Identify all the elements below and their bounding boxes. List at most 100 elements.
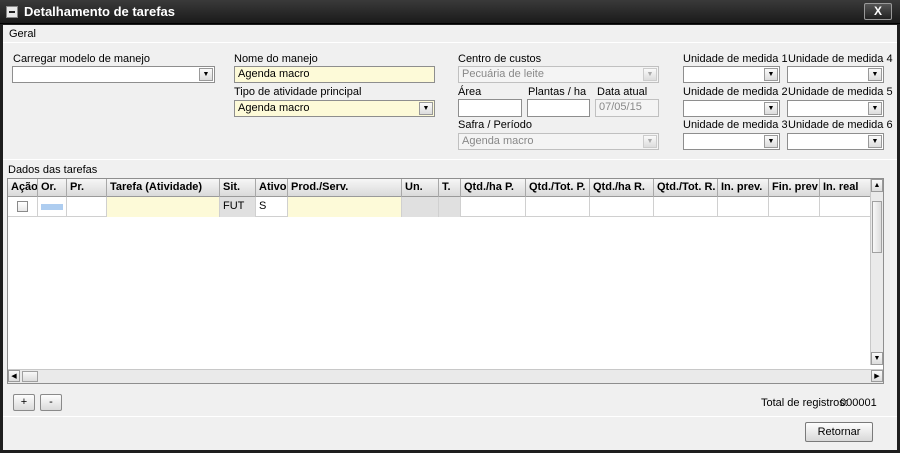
- unidade-6-label: Unidade de medida 6: [788, 119, 893, 131]
- cell-qtd-ha-p[interactable]: [461, 197, 526, 217]
- section-tarefas-label: Dados das tarefas: [8, 164, 98, 176]
- data-atual-label: Data atual: [597, 86, 648, 98]
- arrow-left-icon[interactable]: ◀: [8, 370, 20, 382]
- col-qtd-ha-r[interactable]: Qtd./ha R.: [590, 179, 654, 197]
- retornar-button[interactable]: Retornar: [805, 422, 873, 442]
- chevron-down-icon[interactable]: ▼: [868, 102, 882, 115]
- unidade-5-label: Unidade de medida 5: [788, 86, 893, 98]
- col-acao[interactable]: Ação: [8, 179, 38, 197]
- col-qtd-tot-p[interactable]: Qtd./Tot. P.: [526, 179, 590, 197]
- divider: [3, 42, 897, 43]
- vertical-scrollbar[interactable]: ▲ ▼: [870, 179, 883, 365]
- total-registros-label: Total de registros:: [761, 397, 848, 409]
- col-in-real[interactable]: In. real: [820, 179, 872, 197]
- plantas-ha-label: Plantas / ha: [528, 86, 587, 98]
- cell-pr[interactable]: [67, 197, 107, 217]
- col-t[interactable]: T.: [439, 179, 461, 197]
- chevron-down-icon[interactable]: ▼: [764, 68, 778, 81]
- chevron-down-icon[interactable]: ▼: [419, 102, 433, 115]
- section-geral-label: Geral: [9, 28, 36, 40]
- tipo-atividade-combo[interactable]: Agenda macro ▼: [234, 100, 435, 117]
- cell-prod-serv[interactable]: [288, 197, 402, 217]
- vertical-scroll-thumb[interactable]: [872, 201, 882, 253]
- col-fin-prev[interactable]: Fin. prev: [769, 179, 820, 197]
- col-qtd-ha-p[interactable]: Qtd./ha P.: [461, 179, 526, 197]
- centro-custos-label: Centro de custos: [458, 53, 542, 65]
- grid-header: Ação Or. Pr. Tarefa (Atividade) Sit. Ati…: [8, 179, 877, 197]
- client-area: Geral Carregar modelo de manejo ▼ Nome d…: [3, 25, 897, 450]
- cell-qtd-tot-p[interactable]: [526, 197, 590, 217]
- nome-manejo-field[interactable]: Agenda macro: [234, 66, 435, 83]
- nome-manejo-label: Nome do manejo: [234, 53, 318, 65]
- area-field[interactable]: [458, 99, 522, 117]
- close-button[interactable]: X: [864, 3, 892, 20]
- unidade-3-label: Unidade de medida 3: [683, 119, 788, 131]
- cell-sit: FUT: [220, 197, 256, 217]
- cell-t: [439, 197, 461, 217]
- col-or[interactable]: Or.: [38, 179, 67, 197]
- arrow-right-icon[interactable]: ▶: [871, 370, 883, 382]
- unidade-3-combo[interactable]: ▼: [683, 133, 780, 150]
- row-checkbox[interactable]: [17, 201, 28, 212]
- col-pr[interactable]: Pr.: [67, 179, 107, 197]
- window-title: Detalhamento de tarefas: [24, 4, 175, 19]
- arrow-down-icon[interactable]: ▼: [871, 352, 883, 365]
- chevron-down-icon[interactable]: ▼: [868, 135, 882, 148]
- chevron-down-icon: ▼: [643, 135, 657, 148]
- centro-custos-combo: Pecuária de leite ▼: [458, 66, 659, 83]
- cell-qtd-ha-r[interactable]: [590, 197, 654, 217]
- data-atual-field: 07/05/15: [595, 99, 659, 117]
- cell-in-real[interactable]: [820, 197, 872, 217]
- unidade-4-combo[interactable]: ▼: [787, 66, 884, 83]
- tipo-atividade-value: Agenda macro: [238, 102, 310, 114]
- chevron-down-icon[interactable]: ▼: [868, 68, 882, 81]
- horizontal-scrollbar[interactable]: ◀ ▶: [8, 369, 883, 383]
- col-sit[interactable]: Sit.: [220, 179, 256, 197]
- table-row[interactable]: FUT S: [8, 197, 877, 217]
- col-tarefa[interactable]: Tarefa (Atividade): [107, 179, 220, 197]
- unidade-2-label: Unidade de medida 2: [683, 86, 788, 98]
- chevron-down-icon: ▼: [643, 68, 657, 81]
- chevron-down-icon[interactable]: ▼: [764, 135, 778, 148]
- plantas-ha-field[interactable]: [527, 99, 590, 117]
- horizontal-scroll-thumb[interactable]: [22, 371, 38, 382]
- cell-ativo[interactable]: S: [256, 197, 288, 217]
- col-prod-serv[interactable]: Prod./Serv.: [288, 179, 402, 197]
- chevron-down-icon[interactable]: ▼: [764, 102, 778, 115]
- cell-qtd-tot-r[interactable]: [654, 197, 718, 217]
- col-ativo[interactable]: Ativo: [256, 179, 288, 197]
- safra-periodo-value: Agenda macro: [462, 135, 534, 147]
- unidade-2-combo[interactable]: ▼: [683, 100, 780, 117]
- carregar-modelo-label: Carregar modelo de manejo: [13, 53, 150, 65]
- chevron-down-icon[interactable]: ▼: [199, 68, 213, 81]
- remove-row-button[interactable]: -: [40, 394, 62, 411]
- divider: [3, 416, 897, 417]
- cell-or[interactable]: [38, 197, 67, 217]
- col-un[interactable]: Un.: [402, 179, 439, 197]
- cell-un: [402, 197, 439, 217]
- unidade-6-combo[interactable]: ▼: [787, 133, 884, 150]
- safra-periodo-label: Safra / Período: [458, 119, 532, 131]
- unidade-4-label: Unidade de medida 4: [788, 53, 893, 65]
- cell-in-prev[interactable]: [718, 197, 769, 217]
- selected-cell-marker: [41, 204, 63, 210]
- safra-periodo-combo: Agenda macro ▼: [458, 133, 659, 150]
- unidade-1-label: Unidade de medida 1: [683, 53, 788, 65]
- carregar-modelo-combo[interactable]: ▼: [12, 66, 215, 83]
- tipo-atividade-label: Tipo de atividade principal: [234, 86, 362, 98]
- arrow-up-icon[interactable]: ▲: [871, 179, 883, 192]
- window-menu-icon[interactable]: [6, 6, 18, 18]
- col-qtd-tot-r[interactable]: Qtd./Tot. R.: [654, 179, 718, 197]
- unidade-1-combo[interactable]: ▼: [683, 66, 780, 83]
- add-row-button[interactable]: +: [13, 394, 35, 411]
- total-registros-value: 000001: [840, 397, 877, 409]
- cell-acao: [8, 197, 38, 217]
- area-label: Área: [458, 86, 482, 98]
- cell-tarefa[interactable]: [107, 197, 220, 217]
- centro-custos-value: Pecuária de leite: [462, 68, 544, 80]
- tarefas-grid[interactable]: Ação Or. Pr. Tarefa (Atividade) Sit. Ati…: [7, 178, 884, 384]
- cell-fin-prev[interactable]: [769, 197, 820, 217]
- divider: [3, 159, 897, 160]
- unidade-5-combo[interactable]: ▼: [787, 100, 884, 117]
- col-in-prev[interactable]: In. prev.: [718, 179, 769, 197]
